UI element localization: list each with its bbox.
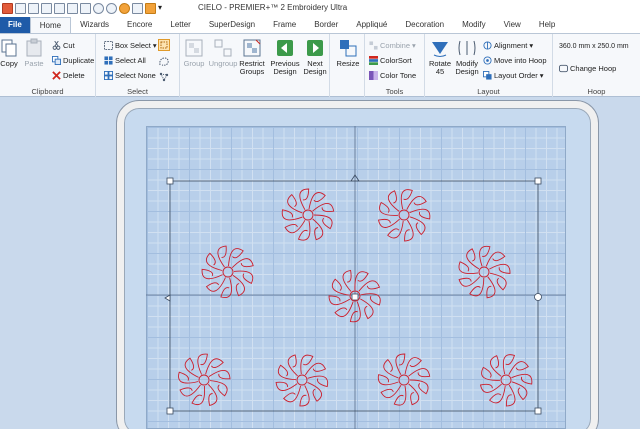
petal-stroke [505,384,516,407]
petal-stroke [299,188,310,211]
petal-stroke [232,275,245,297]
petal-stroke [207,383,218,406]
petal-stroke [508,361,529,375]
petal-stroke [205,277,226,292]
petal-stroke [466,248,480,270]
petal-stroke [404,219,414,242]
petal-stroke [184,357,199,378]
petal-stroke [395,353,406,376]
flower-motif[interactable] [458,245,511,299]
flower-motif[interactable] [275,354,329,407]
flower-center [198,374,210,386]
petal-stroke [287,354,298,377]
flower-center [478,266,490,278]
petal-stroke [178,371,199,384]
petal-stroke [469,277,485,297]
petal-stroke [489,272,507,291]
petal-stroke [312,218,324,241]
petal-stroke [297,220,311,241]
petal-stroke [220,277,232,299]
petal-stroke [502,354,516,375]
petal-stroke [179,384,201,397]
handle-center[interactable] [351,293,359,301]
petal-stroke [206,252,223,271]
petal-stroke [393,385,407,406]
petal-stroke [277,364,297,381]
petal-stroke [377,218,400,228]
petal-stroke [406,196,427,210]
design-canvas[interactable] [0,0,640,429]
petal-stroke [488,385,506,404]
petal-stroke [201,268,223,280]
petal-stroke [360,298,374,320]
petal-stroke [334,301,354,318]
flower-center [302,209,314,221]
flower-motif[interactable] [377,189,431,242]
petal-stroke [489,263,511,274]
flower-center [222,266,234,278]
petal-stroke [312,202,335,213]
petal-stroke [205,358,224,375]
petal-stroke [490,355,502,377]
petal-stroke [380,384,402,399]
petal-stroke [208,370,231,380]
petal-stroke [479,245,491,267]
petal-stroke [331,278,350,296]
handle-rotate[interactable] [534,293,542,301]
petal-stroke [400,189,413,210]
petal-stroke [377,374,399,386]
petal-stroke [342,269,352,292]
petal-stroke [300,354,314,375]
petal-stroke [479,383,502,393]
petal-stroke [231,258,254,269]
flower-motif[interactable] [178,353,231,406]
petal-stroke [307,375,329,388]
petal-stroke [458,276,481,287]
flower-center [398,209,410,221]
petal-stroke [283,385,302,403]
petal-stroke [304,362,327,376]
handle-top-left[interactable] [166,177,174,185]
petal-stroke [313,214,333,230]
petal-stroke [284,219,306,234]
petal-stroke [307,381,323,402]
petal-stroke [308,192,326,210]
petal-stroke [408,383,420,406]
flower-motif[interactable] [281,188,335,241]
flower-center [500,374,512,386]
handle-top-right[interactable] [534,177,542,185]
petal-stroke [481,366,501,381]
flower-center [398,374,410,386]
handle-bottom-left[interactable] [166,407,174,415]
petal-stroke [379,201,399,216]
petal-stroke [409,216,426,236]
petal-stroke [275,381,298,391]
petal-stroke [409,379,429,395]
petal-stroke [328,295,351,305]
petal-stroke [354,271,369,291]
petal-stroke [191,385,206,406]
petal-stroke [458,261,479,274]
left-arrow-handle[interactable] [164,294,171,302]
petal-stroke [387,220,404,239]
petal-stroke [404,357,422,375]
petal-stroke [217,245,227,268]
petal-stroke [388,190,400,212]
petal-stroke [358,280,381,292]
flower-motif[interactable] [201,245,254,299]
flower-center [296,374,308,386]
petal-stroke [197,353,208,375]
petal-stroke [233,270,254,285]
flower-motif[interactable] [479,354,533,407]
petal-stroke [299,385,310,407]
petal-stroke [511,381,528,401]
flower-motif[interactable] [377,353,431,406]
handle-bottom-right[interactable] [534,407,542,415]
petal-stroke [408,368,431,378]
